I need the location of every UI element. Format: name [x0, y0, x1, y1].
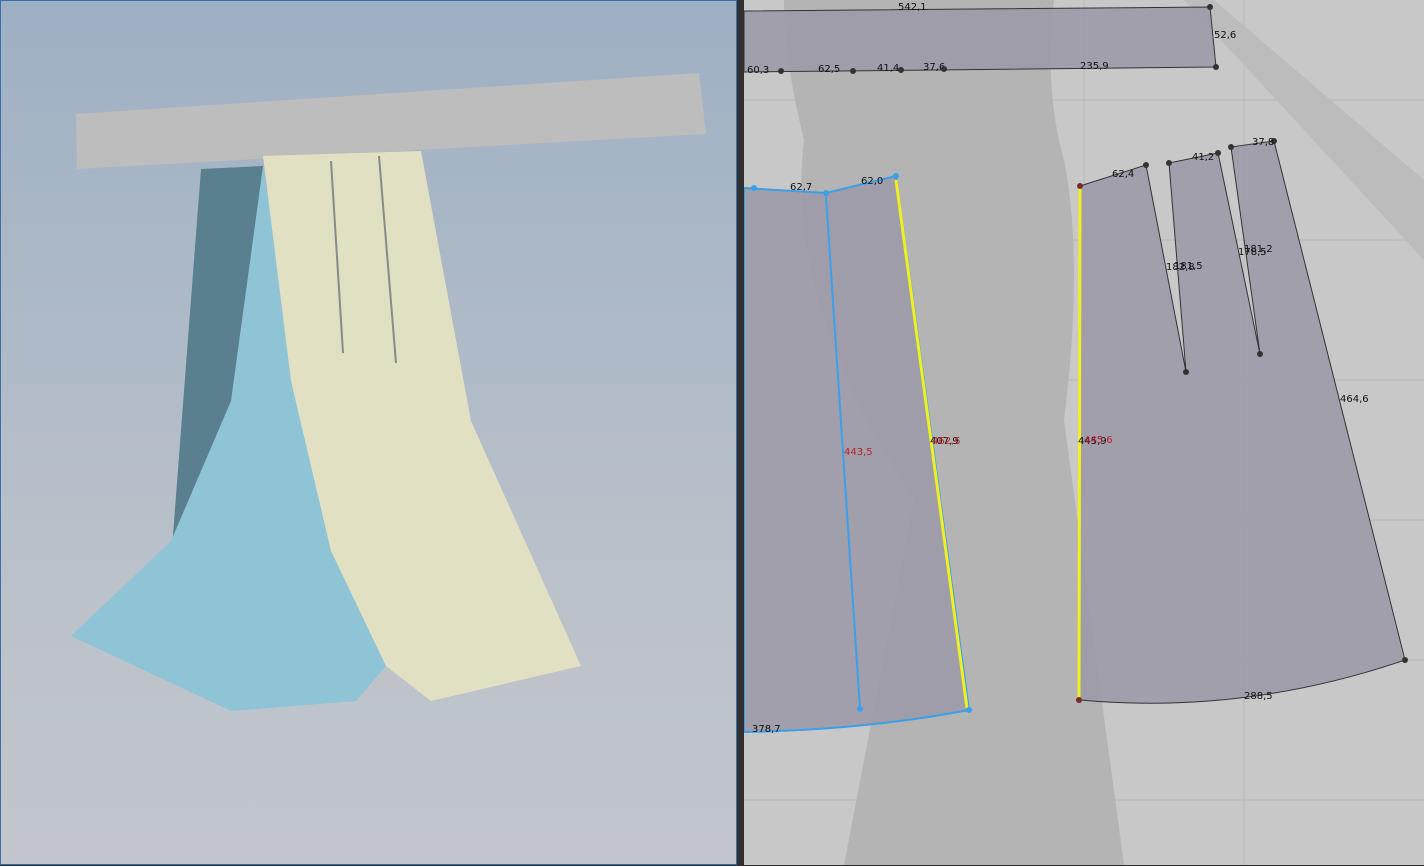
measure-label: 62,7: [790, 182, 812, 193]
measure-label: 462,5: [932, 436, 961, 447]
measure-label: 288,5: [1244, 691, 1273, 702]
measure-label: 181,2: [1244, 244, 1273, 255]
2d-pattern-viewport[interactable]: 542,1 52,6 60,3 62,5 41,4 37,6 235,9 62,…: [744, 0, 1424, 865]
measure-label: 60,3: [747, 65, 769, 76]
measure-label: 37,8: [1252, 137, 1274, 148]
measure-label: 445,6: [1084, 435, 1113, 446]
pattern-canvas: 542,1 52,6 60,3 62,5 41,4 37,6 235,9 62,…: [744, 0, 1424, 865]
measure-label: 443,5: [844, 447, 873, 458]
measure-label: 464,6: [1340, 394, 1369, 405]
measure-label: 41,4: [877, 63, 899, 74]
measure-label: 62,5: [818, 64, 840, 75]
measure-label: 378,7: [752, 724, 781, 735]
measure-label: 41,2: [1192, 152, 1214, 163]
back-panel-piece: 62,4 41,2 37,8 182,8 181,5 178,5 181,2 4…: [1076, 137, 1408, 704]
measure-label: 181,5: [1174, 261, 1203, 272]
measure-label: 52,6: [1214, 30, 1236, 41]
measure-label: 62,4: [1112, 169, 1134, 180]
view-splitter[interactable]: [737, 0, 744, 865]
measure-label: 62,0: [861, 176, 883, 187]
measure-label: 542,1: [898, 2, 927, 13]
3d-viewport[interactable]: [0, 0, 737, 865]
garment-3d-render: [71, 73, 706, 711]
waistband-piece: 542,1 52,6 60,3 62,5 41,4 37,6 235,9: [744, 2, 1236, 76]
measure-label: 235,9: [1080, 61, 1109, 72]
